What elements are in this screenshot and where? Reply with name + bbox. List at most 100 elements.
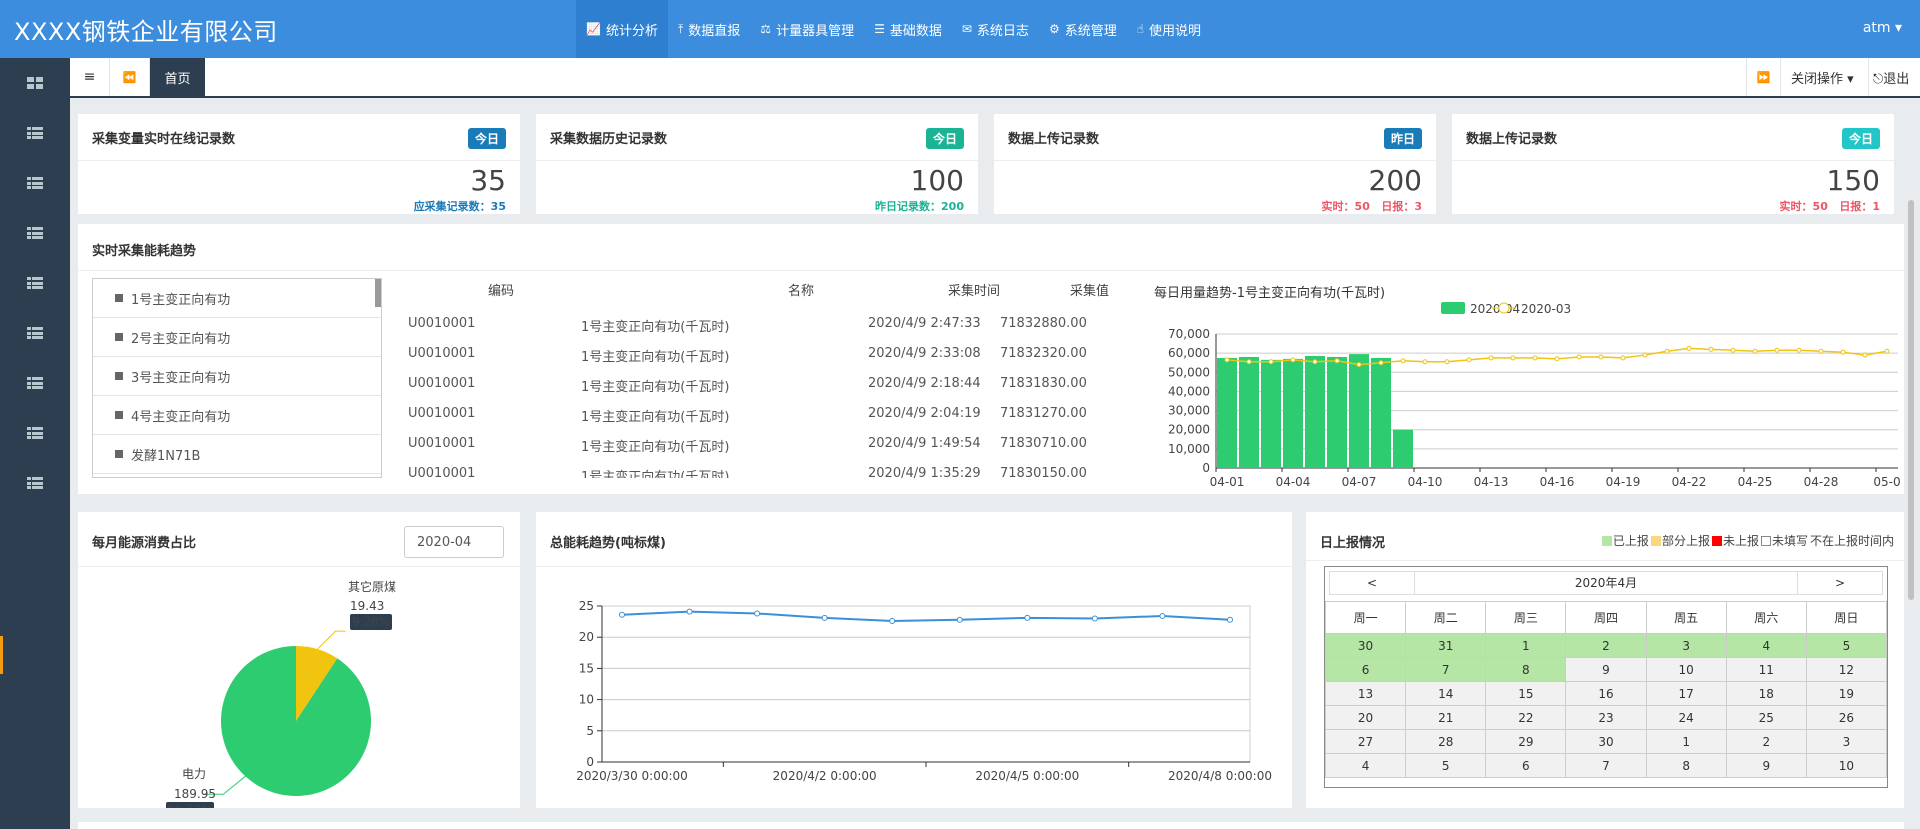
tabs-forward-button[interactable]: ⏩ [1746,58,1780,96]
calendar-day[interactable]: 19 [1805,681,1888,706]
calendar-day[interactable]: 17 [1645,681,1727,706]
calendar-day[interactable]: 11 [1725,657,1807,682]
sidebar-toggle-tab[interactable] [0,636,3,674]
bottom-panel [78,822,1904,829]
legend-item: 未上报 [1711,532,1759,549]
sidebar-item-dashboard[interactable] [0,58,70,108]
calendar-day[interactable]: 13 [1324,681,1407,706]
stat-value: 35 [470,164,506,197]
nav-item-2[interactable]: ⚖ 计量器具管理 [750,0,864,58]
sidebar-item-1[interactable] [0,108,70,158]
calendar-day[interactable]: 30 [1324,633,1407,658]
sidebar-item-2[interactable] [0,158,70,208]
sidebar-item-6[interactable] [0,358,70,408]
sidebar-item-3[interactable] [0,208,70,258]
legend-swatch [1711,535,1722,546]
calendar-day[interactable]: 1 [1485,633,1567,658]
calendar-day[interactable]: 28 [1405,729,1487,754]
calendar-day[interactable]: 31 [1405,633,1487,658]
bar [1217,357,1237,468]
tab-home[interactable]: 首页 [150,58,205,96]
variable-list-item[interactable]: 发酵1N71B [93,435,381,474]
calendar-day[interactable]: 4 [1324,753,1407,778]
x-tick-label: 2020/4/2 0:00:00 [773,769,877,783]
table-row[interactable]: U0010001 1号主变正向有功(千瓦时) 2020/4/9 1:35:29 718… [408,458,1218,478]
menu-toggle-button[interactable]: ≡ [70,58,110,96]
calendar-day[interactable]: 2 [1565,633,1647,658]
calendar-day[interactable]: 29 [1485,729,1567,754]
table-row[interactable]: U0010001 1号主变正向有功(千瓦时) 2020/4/9 2:47:33 718… [408,308,1218,338]
calendar-day[interactable]: 1 [1645,729,1727,754]
calendar-day[interactable]: 23 [1565,705,1647,730]
calendar-day[interactable]: 27 [1324,729,1407,754]
calendar-day[interactable]: 3 [1645,633,1727,658]
next-month-button[interactable]: > [1798,576,1882,590]
nav-item-3[interactable]: ☰ 基础数据 [864,0,952,58]
table-cell: 71832880.00 [1000,316,1087,331]
logout-button[interactable]: ⎋退出 [1868,58,1920,96]
line-point [1686,345,1692,351]
calendar-day[interactable]: 9 [1565,657,1647,682]
nav-item-4[interactable]: ✉ 系统日志 [952,0,1039,58]
month-input[interactable]: 2020-04 [404,526,504,558]
calendar-day[interactable]: 8 [1645,753,1727,778]
calendar-day[interactable]: 30 [1565,729,1647,754]
y-tick-label: 60,000 [1168,346,1210,360]
tabs-back-button[interactable]: ⏪ [110,58,150,96]
plot-frame [601,605,1251,763]
calendar-day[interactable]: 21 [1405,705,1487,730]
table-row[interactable]: U0010001 1号主变正向有功(千瓦时) 2020/4/9 1:49:54 718… [408,428,1218,458]
legend-label: 未填写 [1771,534,1808,548]
energy-share-chart: 其它原煤 19.43 9.28% 电力 189.95 90.72% [166,579,396,808]
sidebar-item-4[interactable] [0,258,70,308]
variable-list-item[interactable]: 3号主变正向有功 [93,357,381,396]
table-row[interactable]: U0010001 1号主变正向有功(千瓦时) 2020/4/9 2:18:44 718… [408,368,1218,398]
sidebar-item-5[interactable] [0,308,70,358]
calendar-day[interactable]: 9 [1725,753,1807,778]
calendar-day[interactable]: 20 [1324,705,1407,730]
calendar-day[interactable]: 3 [1805,729,1888,754]
page-scrollbar[interactable] [1908,200,1914,600]
calendar-day[interactable]: 14 [1405,681,1487,706]
calendar-day[interactable]: 26 [1805,705,1888,730]
variable-list-item[interactable]: 2号主变正向有功 [93,318,381,357]
line-point [1378,360,1384,366]
calendar-day[interactable]: 24 [1645,705,1727,730]
nav-item-label: 统计分析 [605,23,658,39]
variable-list-item[interactable]: 4号主变正向有功 [93,396,381,435]
sidebar-item-8[interactable] [0,458,70,508]
calendar-day[interactable]: 16 [1565,681,1647,706]
calendar-day[interactable]: 8 [1485,657,1567,682]
calendar-day[interactable]: 22 [1485,705,1567,730]
calendar-day[interactable]: 7 [1565,753,1647,778]
square-icon [115,411,123,419]
calendar-day[interactable]: 2 [1725,729,1807,754]
nav-item-0[interactable]: 📈 统计分析 [576,0,668,58]
calendar-day[interactable]: 25 [1725,705,1807,730]
prev-month-button[interactable]: < [1330,576,1414,590]
sidebar-item-7[interactable] [0,408,70,458]
calendar-day[interactable]: 10 [1645,657,1727,682]
close-ops-dropdown[interactable]: 关闭操作 ▾ [1780,58,1868,96]
calendar-day[interactable]: 10 [1805,753,1888,778]
line-point [1356,362,1362,368]
calendar-day[interactable]: 7 [1405,657,1487,682]
user-menu[interactable]: atm ▾ [1863,20,1902,36]
nav-item-6[interactable]: ☝ 使用说明 [1127,0,1211,58]
calendar-day[interactable]: 15 [1485,681,1567,706]
variable-list-item[interactable]: 1号主变正向有功 [93,279,381,318]
calendar-day[interactable]: 4 [1725,633,1807,658]
calendar-day[interactable]: 12 [1805,657,1888,682]
nav-item-5[interactable]: ⚙ 系统管理 [1039,0,1127,58]
list-scrollbar[interactable] [375,279,381,307]
table-row[interactable]: U0010001 1号主变正向有功(千瓦时) 2020/4/9 2:33:08 718… [408,338,1218,368]
calendar-day[interactable]: 18 [1725,681,1807,706]
line-point [1752,348,1758,354]
calendar-day[interactable]: 5 [1405,753,1487,778]
square-icon [115,294,123,302]
table-row[interactable]: U0010001 1号主变正向有功(千瓦时) 2020/4/9 2:04:19 718… [408,398,1218,428]
calendar-day[interactable]: 5 [1805,633,1888,658]
calendar-day[interactable]: 6 [1324,657,1407,682]
calendar-day[interactable]: 6 [1485,753,1567,778]
nav-item-1[interactable]: ⤒ 数据直报 [668,0,750,58]
